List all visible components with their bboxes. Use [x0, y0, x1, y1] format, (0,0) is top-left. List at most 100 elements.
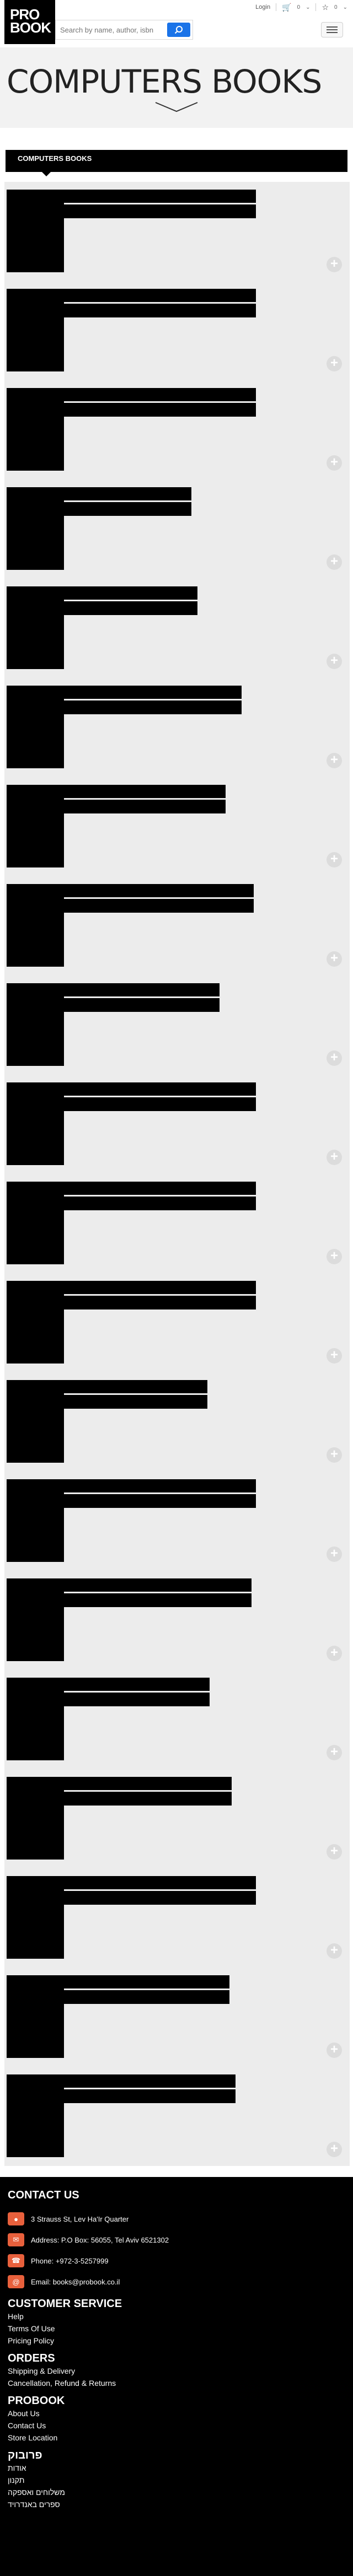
book-card[interactable]: + [4, 579, 350, 678]
book-card[interactable]: + [4, 380, 350, 479]
customer-service-link[interactable]: Terms Of Use [8, 2322, 353, 2335]
book-title[interactable] [7, 586, 197, 615]
menu-line [327, 32, 338, 33]
book-title[interactable] [7, 1678, 210, 1706]
login-link[interactable]: Login [255, 4, 270, 10]
probook-link[interactable]: About Us [8, 2407, 353, 2419]
book-card[interactable]: + [4, 182, 350, 281]
add-to-cart-icon[interactable]: + [327, 1943, 342, 1959]
contact-text[interactable]: Email: books@probook.co.il [31, 2278, 120, 2286]
add-to-cart-icon[interactable]: + [327, 852, 342, 867]
hamburger-menu-button[interactable] [321, 22, 343, 37]
mailbox-icon: ✉ [8, 2233, 24, 2246]
book-card[interactable]: + [4, 976, 350, 1075]
search-icon [174, 26, 183, 34]
title-divider [64, 996, 220, 998]
search-input[interactable] [56, 20, 166, 39]
probook-link[interactable]: Contact Us [8, 2419, 353, 2432]
chevron-down-icon[interactable]: ⌄ [306, 4, 310, 10]
book-title[interactable] [7, 785, 226, 813]
title-divider [64, 897, 254, 899]
add-to-cart-icon[interactable]: + [327, 1844, 342, 1860]
add-to-cart-icon[interactable]: + [327, 2043, 342, 2058]
book-card[interactable]: + [4, 1075, 350, 1174]
book-card[interactable]: + [4, 479, 350, 579]
divider [315, 3, 317, 11]
add-to-cart-icon[interactable]: + [327, 2142, 342, 2157]
probook-link[interactable]: Store Location [8, 2432, 353, 2444]
book-title[interactable] [7, 983, 220, 1012]
orders-link[interactable]: Cancellation, Refund & Returns [8, 2377, 353, 2389]
probook-links: About Us Contact Us Store Location [8, 2407, 353, 2444]
title-divider [64, 1889, 256, 1891]
book-title[interactable] [7, 388, 256, 417]
book-card[interactable]: + [4, 1571, 350, 1670]
book-title[interactable] [7, 2074, 236, 2103]
book-card[interactable]: + [4, 777, 350, 876]
hebrew-link[interactable]: ספרים באנדרויד [8, 2498, 353, 2510]
title-divider [64, 699, 242, 700]
chevron-down-icon[interactable]: ⌄ [343, 4, 347, 10]
add-to-cart-icon[interactable]: + [327, 1546, 342, 1562]
title-divider [64, 1790, 232, 1792]
hebrew-link[interactable]: משלוחים ואספקה [8, 2486, 353, 2498]
add-to-cart-icon[interactable]: + [327, 951, 342, 967]
book-card[interactable]: + [4, 1670, 350, 1769]
cart-icon[interactable]: 🛒 [282, 3, 291, 12]
book-card[interactable]: + [4, 2067, 350, 2166]
add-to-cart-icon[interactable]: + [327, 455, 342, 471]
book-card[interactable]: + [4, 1472, 350, 1571]
orders-link[interactable]: Shipping & Delivery [8, 2365, 353, 2377]
page: PRO BOOK Login 🛒 0 ⌄ ☆ 0 ⌄ Search by nam… [0, 0, 353, 2576]
add-to-cart-icon[interactable]: + [327, 1050, 342, 1066]
book-title[interactable] [7, 1182, 256, 1210]
book-title[interactable] [7, 1876, 256, 1905]
book-card[interactable]: + [4, 678, 350, 777]
add-to-cart-icon[interactable]: + [327, 1348, 342, 1364]
add-to-cart-icon[interactable]: + [327, 753, 342, 768]
book-title[interactable] [7, 1380, 207, 1409]
title-divider [64, 1393, 207, 1395]
add-to-cart-icon[interactable]: + [327, 1745, 342, 1760]
probook-logo[interactable]: PRO BOOK [4, 0, 55, 44]
add-to-cart-icon[interactable]: + [327, 554, 342, 570]
book-card[interactable]: + [4, 1372, 350, 1472]
book-title[interactable] [7, 289, 256, 317]
search-button[interactable] [167, 23, 190, 37]
book-title[interactable] [7, 190, 256, 218]
book-title[interactable] [7, 487, 191, 516]
book-title[interactable] [7, 884, 254, 913]
add-to-cart-icon[interactable]: + [327, 1150, 342, 1165]
add-to-cart-icon[interactable]: + [327, 1249, 342, 1264]
add-to-cart-icon[interactable]: + [327, 257, 342, 272]
book-title[interactable] [7, 1777, 232, 1806]
star-icon[interactable]: ☆ [322, 3, 329, 12]
hebrew-link[interactable]: אודות [8, 2462, 353, 2474]
title-divider [64, 798, 226, 800]
customer-service-link[interactable]: Help [8, 2310, 353, 2322]
customer-service-link[interactable]: Pricing Policy [8, 2335, 353, 2347]
menu-line [327, 26, 338, 28]
book-card[interactable]: + [4, 876, 350, 976]
book-title[interactable] [7, 686, 242, 714]
title-divider [64, 302, 256, 304]
customer-service-links: Help Terms Of Use Pricing Policy [8, 2310, 353, 2347]
add-to-cart-icon[interactable]: + [327, 356, 342, 371]
book-title[interactable] [7, 1281, 256, 1309]
hebrew-title: פרובוק [8, 2449, 42, 2461]
book-card[interactable]: + [4, 1273, 350, 1372]
book-title[interactable] [7, 1975, 229, 2004]
add-to-cart-icon[interactable]: + [327, 1447, 342, 1463]
book-title[interactable] [7, 1578, 252, 1607]
book-title[interactable] [7, 1082, 256, 1111]
book-card[interactable]: + [4, 1174, 350, 1273]
book-card[interactable]: + [4, 1968, 350, 2067]
book-card[interactable]: + [4, 1868, 350, 1968]
add-to-cart-icon[interactable]: + [327, 654, 342, 669]
hebrew-link[interactable]: תקנון [8, 2474, 353, 2486]
book-title[interactable] [7, 1479, 256, 1508]
book-card[interactable]: + [4, 281, 350, 380]
contact-row: ☎ Phone: +972-3-5257999 [8, 2250, 353, 2271]
add-to-cart-icon[interactable]: + [327, 1646, 342, 1661]
book-card[interactable]: + [4, 1769, 350, 1868]
